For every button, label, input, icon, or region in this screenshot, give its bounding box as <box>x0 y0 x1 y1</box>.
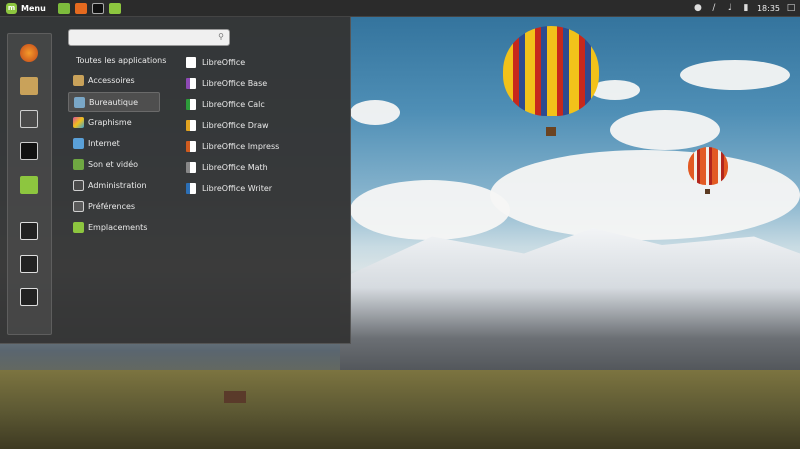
category-label: Préférences <box>88 201 136 211</box>
start-menu: ⚲ Toutes les applications Accessoires Bu… <box>0 17 351 344</box>
category-emplacements[interactable]: Emplacements <box>68 218 158 236</box>
office-icon <box>74 96 85 108</box>
libreoffice-math-icon <box>186 161 196 173</box>
app-libreoffice-math[interactable]: LibreOffice Math <box>186 159 268 175</box>
administration-icon <box>73 179 84 191</box>
category-label: Administration <box>88 180 147 190</box>
volume-icon[interactable]: ♩ <box>725 3 735 13</box>
firefox-favorite-icon[interactable] <box>20 44 38 62</box>
accessories-icon <box>73 74 84 86</box>
user-icon[interactable]: ● <box>693 3 703 13</box>
places-icon <box>73 221 84 233</box>
all-applications-item[interactable]: Toutes les applications <box>76 56 166 65</box>
mint-logo-icon: m <box>6 2 17 14</box>
battery-icon[interactable]: ▮ <box>741 3 751 13</box>
menu-label: Menu <box>21 3 46 13</box>
app-label: LibreOffice Writer <box>202 183 273 193</box>
graphics-icon <box>73 116 84 128</box>
lock-screen-icon[interactable] <box>20 222 38 240</box>
app-libreoffice-draw[interactable]: LibreOffice Draw <box>186 117 269 133</box>
category-graphisme[interactable]: Graphisme <box>68 113 158 131</box>
notifications-icon[interactable]: □ <box>786 3 796 13</box>
app-libreoffice[interactable]: LibreOffice <box>186 54 245 70</box>
category-label: Emplacements <box>88 222 148 232</box>
search-input[interactable]: ⚲ <box>68 29 230 46</box>
shutdown-icon[interactable] <box>20 288 38 306</box>
hot-air-balloon <box>503 26 599 116</box>
app-label: LibreOffice Impress <box>202 141 280 151</box>
libreoffice-calc-icon <box>186 98 196 110</box>
libreoffice-base-icon <box>186 77 196 89</box>
app-label: LibreOffice Calc <box>202 99 265 109</box>
favorites-sidebar <box>7 33 52 335</box>
libreoffice-icon <box>186 56 196 68</box>
clock[interactable]: 18:35 <box>757 4 780 13</box>
logout-icon[interactable] <box>20 255 38 273</box>
app-libreoffice-impress[interactable]: LibreOffice Impress <box>186 138 279 154</box>
app-label: LibreOffice Base <box>202 78 268 88</box>
category-label: Graphisme <box>88 117 132 127</box>
app-label: LibreOffice Math <box>202 162 268 172</box>
app-libreoffice-calc[interactable]: LibreOffice Calc <box>186 96 265 112</box>
folder-favorite-icon[interactable] <box>20 176 38 194</box>
terminal-launcher-icon[interactable] <box>91 2 104 14</box>
app-label: LibreOffice <box>202 57 246 67</box>
package-favorite-icon[interactable] <box>20 77 38 95</box>
category-preferences[interactable]: Préférences <box>68 197 158 215</box>
system-tray: ● ∕ ♩ ▮ 18:35 □ <box>687 0 800 16</box>
search-icon: ⚲ <box>218 32 224 41</box>
hot-air-balloon-small <box>688 147 728 185</box>
settings-favorite-icon[interactable] <box>20 110 38 128</box>
app-label: LibreOffice Draw <box>202 120 269 130</box>
category-internet[interactable]: Internet <box>68 134 158 152</box>
libreoffice-draw-icon <box>186 119 196 131</box>
category-bureautique[interactable]: Bureautique <box>68 92 160 112</box>
file-manager-launcher-icon[interactable] <box>57 2 70 14</box>
libreoffice-writer-icon <box>186 182 196 194</box>
folder-launcher-icon[interactable] <box>108 2 121 14</box>
category-accessoires[interactable]: Accessoires <box>68 71 158 89</box>
app-libreoffice-base[interactable]: LibreOffice Base <box>186 75 267 91</box>
category-label: Accessoires <box>88 75 135 85</box>
category-administration[interactable]: Administration <box>68 176 158 194</box>
category-label: Bureautique <box>89 97 138 107</box>
terminal-favorite-icon[interactable] <box>20 142 38 160</box>
internet-icon <box>73 137 84 149</box>
category-son-et-video[interactable]: Son et vidéo <box>68 155 158 173</box>
category-label: Internet <box>88 138 120 148</box>
preferences-icon <box>73 200 84 212</box>
network-icon[interactable]: ∕ <box>709 3 719 13</box>
menu-button[interactable]: m Menu <box>3 1 49 15</box>
firefox-launcher-icon[interactable] <box>74 2 87 14</box>
top-panel: m Menu ● ∕ ♩ ▮ 18:35 □ <box>0 0 800 17</box>
app-libreoffice-writer[interactable]: LibreOffice Writer <box>186 180 272 196</box>
multimedia-icon <box>73 158 84 170</box>
libreoffice-impress-icon <box>186 140 196 152</box>
category-label: Son et vidéo <box>88 159 139 169</box>
